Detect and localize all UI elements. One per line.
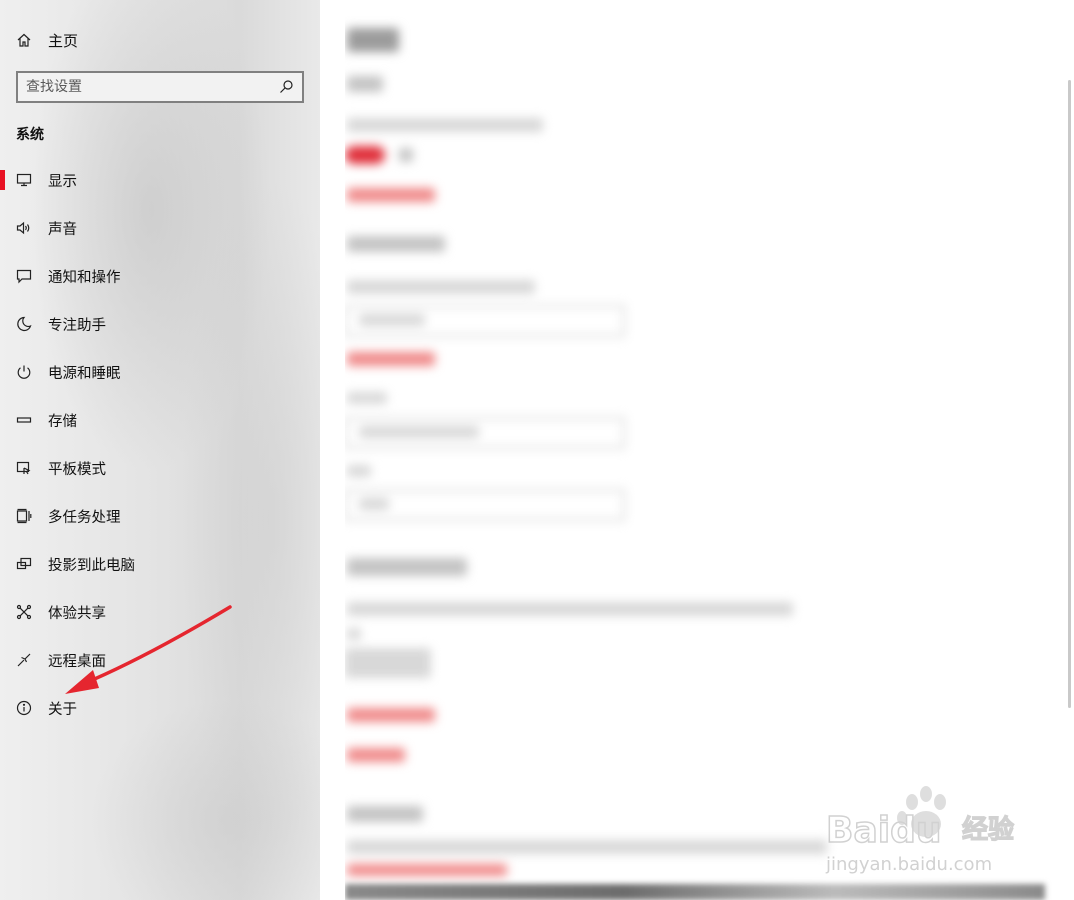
sidebar-nav: 显示 声音 通知和操作 专注助手 电源和睡眠 存储 平板模式 多任务处理 投影到… <box>0 156 320 732</box>
remote-desktop-icon <box>16 652 32 668</box>
sidebar-item-label: 通知和操作 <box>48 269 121 286</box>
sidebar-item-label: 声音 <box>48 221 77 238</box>
moon-icon <box>16 316 32 332</box>
sidebar-item-project-to-pc[interactable]: 投影到此电脑 <box>0 540 320 588</box>
multitasking-icon <box>16 508 32 524</box>
search-icon[interactable] <box>278 79 294 95</box>
sidebar-item-about[interactable]: 关于 <box>0 684 320 732</box>
sidebar-item-label: 远程桌面 <box>48 653 106 670</box>
sidebar-item-label: 体验共享 <box>48 605 106 622</box>
settings-sidebar: 主页 系统 显示 声音 通知和操作 <box>0 0 320 900</box>
sidebar-item-label: 多任务处理 <box>48 509 121 526</box>
home-link[interactable]: 主页 <box>16 28 78 52</box>
search-box[interactable] <box>16 71 304 103</box>
project-icon <box>16 556 32 572</box>
sidebar-item-shared-experiences[interactable]: 体验共享 <box>0 588 320 636</box>
sidebar-item-label: 存储 <box>48 413 77 430</box>
power-icon <box>16 364 32 380</box>
section-title: 系统 <box>16 127 44 143</box>
content-scrollbar[interactable] <box>1068 80 1071 708</box>
sidebar-item-multitasking[interactable]: 多任务处理 <box>0 492 320 540</box>
sidebar-item-label: 专注助手 <box>48 317 106 334</box>
sidebar-item-notifications[interactable]: 通知和操作 <box>0 252 320 300</box>
sidebar-item-storage[interactable]: 存储 <box>0 396 320 444</box>
settings-content-blurred <box>345 0 1074 900</box>
home-icon <box>16 32 32 48</box>
sidebar-item-focus-assist[interactable]: 专注助手 <box>0 300 320 348</box>
storage-icon <box>16 412 32 428</box>
sidebar-item-power-sleep[interactable]: 电源和睡眠 <box>0 348 320 396</box>
sidebar-item-remote-desktop[interactable]: 远程桌面 <box>0 636 320 684</box>
search-input[interactable] <box>26 79 278 95</box>
sidebar-item-label: 关于 <box>48 701 77 718</box>
sidebar-item-sound[interactable]: 声音 <box>0 204 320 252</box>
monitor-icon <box>16 172 32 188</box>
message-icon <box>16 268 32 284</box>
sidebar-item-label: 平板模式 <box>48 461 106 478</box>
sidebar-item-label: 投影到此电脑 <box>48 557 135 574</box>
blurred-placeholder <box>345 0 1074 900</box>
info-icon <box>16 700 32 716</box>
sidebar-item-label: 显示 <box>48 173 77 190</box>
home-label: 主页 <box>48 31 79 50</box>
sidebar-item-tablet-mode[interactable]: 平板模式 <box>0 444 320 492</box>
sidebar-item-label: 电源和睡眠 <box>48 365 121 382</box>
tablet-mode-icon <box>16 460 32 476</box>
speaker-icon <box>16 220 32 236</box>
share-icon <box>16 604 32 620</box>
sidebar-item-display[interactable]: 显示 <box>0 156 320 204</box>
blurred-bottom-strip <box>345 884 1045 900</box>
